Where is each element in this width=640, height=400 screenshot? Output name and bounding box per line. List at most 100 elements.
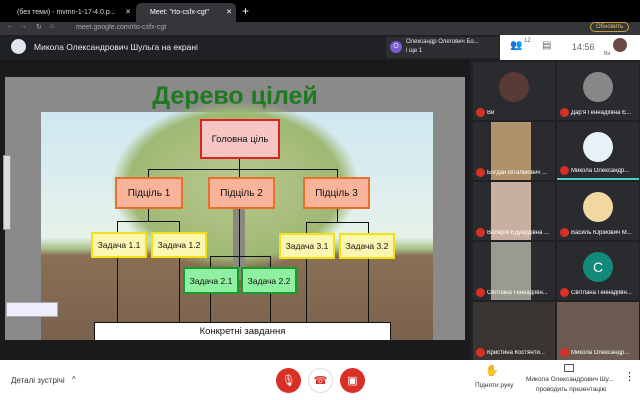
- presenter-name: Микола Олександрович Шу...: [526, 376, 614, 383]
- participant-tile[interactable]: Кристина Костянти...: [473, 302, 555, 360]
- mic-off-icon: [560, 228, 569, 237]
- browser-tab-bar: (без теми) - mvmn-1-17-4.0.p... ✕ Meet: "…: [0, 0, 640, 22]
- participant-name: Валерія Едуардівна ...: [487, 230, 550, 236]
- participant-name: Дар'я Геннадіївна Є...: [571, 110, 632, 116]
- concrete-tasks-box: Конкретні завдання: [94, 322, 391, 340]
- participant-tile[interactable]: Світлана Геннадіївн...: [473, 242, 555, 300]
- participant-name: Світлана Геннадіївн...: [571, 290, 632, 296]
- hang-up-button[interactable]: ☎: [308, 368, 333, 393]
- close-icon[interactable]: ✕: [226, 8, 232, 16]
- phone-icon: ☎: [313, 375, 328, 387]
- notification-avatar: О: [390, 41, 402, 53]
- participant-name: Василь Юрійович М...: [571, 230, 632, 236]
- participant-tile[interactable]: Василь Юрійович М...: [557, 182, 639, 240]
- participant-name: Світлана Геннадіївн...: [487, 290, 548, 296]
- notification-text: і ще 1: [406, 48, 423, 54]
- participant-tile[interactable]: Богдан Віталійович ...: [473, 122, 555, 180]
- update-button[interactable]: Обновить: [590, 22, 630, 32]
- mic-off-icon: [560, 166, 569, 175]
- self-avatar[interactable]: [613, 38, 627, 52]
- forward-icon[interactable]: →: [20, 23, 27, 30]
- participant-count: 12: [524, 38, 531, 44]
- mic-off-icon: [476, 348, 485, 357]
- chevron-up-icon[interactable]: ^: [72, 375, 76, 384]
- chat-icon[interactable]: ▤: [542, 40, 551, 51]
- join-notification[interactable]: О Олександр Олегович Бо... і ще 1: [386, 37, 499, 58]
- mic-off-icon: [560, 348, 569, 357]
- presentation-title: Микола Олександрович Шульга на екрані: [34, 42, 198, 52]
- url-field[interactable]: meet.google.com/rto-csfx-cgt: [76, 24, 166, 31]
- camera-off-button[interactable]: ▣: [340, 368, 365, 393]
- mic-off-icon: [560, 108, 569, 117]
- connector-line: [337, 169, 338, 177]
- participant-name: Кристина Костянти...: [487, 350, 545, 356]
- self-label: Ви: [604, 51, 611, 57]
- participant-avatar: [499, 72, 529, 102]
- connector-line: [210, 256, 270, 257]
- people-icon[interactable]: 👥: [510, 40, 522, 51]
- notification-name: Олександр Олегович Бо...: [406, 39, 479, 45]
- participant-tile[interactable]: Валерія Едуардівна ...: [473, 182, 555, 240]
- meet-toolbar: 👥 12 ▤ 14:56 Ви: [500, 35, 640, 60]
- participant-tile[interactable]: С Світлана Геннадіївн...: [557, 242, 639, 300]
- camera-off-icon: ▣: [347, 375, 358, 387]
- subgoal-box: Підціль 1: [115, 177, 183, 209]
- participant-avatar: [583, 192, 613, 222]
- participant-name: Микола Олександр...: [571, 168, 630, 174]
- more-options-icon[interactable]: ⋮: [624, 370, 635, 383]
- task-box: Задача 1.1: [91, 232, 147, 258]
- mic-off-button[interactable]: 🎙: [276, 368, 301, 393]
- participant-name: Ви: [487, 110, 495, 116]
- participant-avatar: [583, 132, 613, 162]
- connector-line: [148, 209, 149, 221]
- presenter-avatar: [11, 39, 26, 54]
- annotation-toolbar[interactable]: [3, 155, 11, 230]
- mic-off-icon: [560, 288, 569, 297]
- participant-avatar: С: [583, 252, 613, 282]
- reload-icon[interactable]: ↻: [36, 23, 42, 31]
- new-tab-button[interactable]: +: [242, 4, 249, 18]
- participant-avatar: [583, 72, 613, 102]
- raise-hand-icon[interactable]: ✋: [485, 364, 499, 377]
- task-box: Задача 2.2: [241, 267, 297, 294]
- connector-line: [148, 169, 337, 170]
- task-box: Задача 3.2: [339, 233, 395, 259]
- meeting-details-button[interactable]: Деталі зустрічі: [11, 376, 65, 385]
- clock-time: 14:56: [572, 42, 595, 52]
- connector-line: [239, 159, 240, 267]
- present-icon: [564, 364, 574, 372]
- subgoal-box: Підціль 3: [303, 177, 370, 209]
- subgoal-box: Підціль 2: [208, 177, 275, 209]
- participant-tile[interactable]: Микола Олександр...: [557, 122, 639, 180]
- close-icon[interactable]: ✕: [125, 8, 131, 16]
- mic-off-icon: [476, 228, 485, 237]
- tab-gmail[interactable]: (без теми) - mvmn-1-17-4.0.p... ✕: [3, 3, 135, 22]
- task-box: Задача 3.1: [279, 233, 335, 259]
- slide-navigation-panel[interactable]: [6, 302, 58, 317]
- participant-tile[interactable]: Микола Олександр...: [557, 302, 639, 360]
- connector-line: [306, 222, 368, 223]
- participant-tile[interactable]: Ви: [473, 62, 555, 120]
- main-goal-box: Головна ціль: [200, 119, 280, 159]
- task-box: Задача 2.1: [183, 267, 239, 294]
- meet-header: Микола Олександрович Шульга на екрані О …: [0, 35, 640, 60]
- task-box: Задача 1.2: [151, 232, 207, 258]
- mic-off-icon: [476, 288, 485, 297]
- tab-label: Meet: "rto-csfx-cgt": [150, 9, 210, 16]
- participant-name: Микола Олександр...: [571, 350, 630, 356]
- mic-off-icon: [476, 168, 485, 177]
- participant-tile[interactable]: Дар'я Геннадіївна Є...: [557, 62, 639, 120]
- home-icon[interactable]: ⌂: [50, 23, 54, 30]
- raise-hand-label[interactable]: Підняти руку: [475, 382, 513, 389]
- mic-off-icon: 🎙: [281, 375, 296, 387]
- presenting-label: проводить презентацію: [536, 386, 607, 393]
- connector-line: [148, 169, 149, 177]
- participant-name: Богдан Віталійович ...: [487, 170, 548, 176]
- address-bar-row: ← → ↻ ⌂ meet.google.com/rto-csfx-cgt Обн…: [0, 22, 640, 35]
- connector-line: [117, 221, 179, 222]
- tab-meet[interactable]: Meet: "rto-csfx-cgt" ✕: [136, 3, 236, 22]
- mic-off-icon: [476, 108, 485, 117]
- tab-label: (без теми) - mvmn-1-17-4.0.p...: [17, 9, 116, 16]
- connector-line: [337, 209, 338, 222]
- back-icon[interactable]: ←: [6, 23, 13, 30]
